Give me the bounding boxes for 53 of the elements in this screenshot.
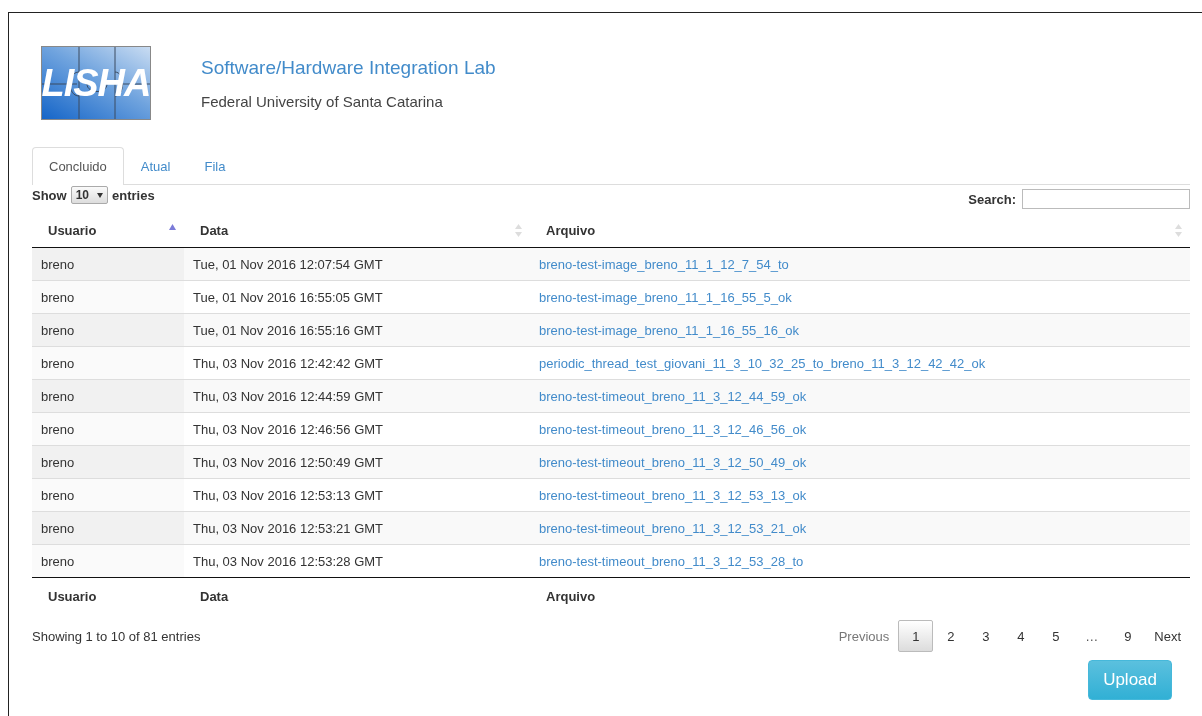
caret-icon	[97, 192, 104, 198]
table-cell: Tue, 01 Nov 2016 12:07:54 GMT	[184, 247, 530, 281]
table-cell: Thu, 03 Nov 2016 12:50:49 GMT	[184, 445, 530, 479]
table-cell: breno	[32, 247, 184, 281]
table-cell: breno	[32, 379, 184, 413]
table-cell: breno	[32, 280, 184, 314]
file-link[interactable]: breno-test-timeout_breno_11_3_12_53_21_ok	[539, 520, 807, 536]
file-link[interactable]: breno-test-image_breno_11_1_16_55_5_ok	[539, 289, 792, 305]
file-link[interactable]: breno-test-image_breno_11_1_16_55_16_ok	[539, 322, 799, 338]
logo: LISHA	[41, 46, 151, 120]
entries-info: Showing 1 to 10 of 81 entries	[32, 628, 201, 644]
search-field[interactable]	[1022, 189, 1190, 209]
page-button[interactable]: 1	[898, 620, 934, 652]
table-cell: breno	[32, 511, 184, 545]
column-footer: Data	[184, 577, 530, 614]
file-link[interactable]: breno-test-timeout_breno_11_3_12_44_59_ok	[539, 388, 807, 404]
file-link[interactable]: periodic_thread_test_giovani_11_3_10_32_25_to_breno_11_3_12_42_42_ok	[539, 355, 986, 371]
tab[interactable]: Concluido	[32, 147, 124, 185]
table-cell: breno	[32, 313, 184, 347]
site-subtitle: Federal University of Santa Catarina	[201, 92, 444, 110]
file-link[interactable]: breno-test-timeout_breno_11_3_12_50_49_ok	[539, 454, 807, 470]
table-cell: breno	[32, 346, 184, 380]
page-button[interactable]: 4	[1003, 620, 1039, 652]
page-button[interactable]: 3	[968, 620, 1004, 652]
page-button[interactable]: 2	[933, 620, 969, 652]
tab[interactable]: Atual	[123, 147, 188, 185]
table-cell: breno	[32, 445, 184, 479]
entries-label: entries	[112, 187, 155, 203]
table-cell: Thu, 03 Nov 2016 12:44:59 GMT	[184, 379, 530, 413]
column-footer: Usuario	[32, 577, 184, 614]
file-link[interactable]: breno-test-image_breno_11_1_12_7_54_to	[539, 256, 789, 272]
table-cell: Thu, 03 Nov 2016 12:53:28 GMT	[184, 544, 530, 578]
page-button[interactable]: 5	[1038, 620, 1074, 652]
show-label: Show	[32, 187, 67, 203]
table-cell: breno	[32, 412, 184, 446]
page-button[interactable]: 9	[1110, 620, 1146, 652]
pagination-ellipsis: …	[1084, 628, 1100, 644]
file-link[interactable]: breno-test-timeout_breno_11_3_12_46_56_ok	[539, 421, 807, 437]
entries-select[interactable]: 10	[70, 186, 109, 204]
column-footer: Arquivo	[530, 577, 1190, 614]
table-cell: breno	[32, 478, 184, 512]
table-cell: breno	[32, 544, 184, 578]
column-header[interactable]: Usuario	[32, 213, 184, 248]
file-link[interactable]: breno-test-timeout_breno_11_3_12_53_28_to	[539, 553, 804, 569]
search-label: Search:	[968, 191, 1016, 207]
file-link[interactable]: breno-test-timeout_breno_11_3_12_53_13_ok	[539, 487, 807, 503]
table-cell: Thu, 03 Nov 2016 12:53:21 GMT	[184, 511, 530, 545]
table-cell: Tue, 01 Nov 2016 16:55:16 GMT	[184, 313, 530, 347]
tab[interactable]: Fila	[187, 147, 243, 185]
site-title: Software/Hardware Integration Lab	[201, 56, 496, 79]
next-button[interactable]: Next	[1145, 620, 1190, 652]
column-header[interactable]: Data	[184, 213, 530, 248]
column-header[interactable]: Arquivo	[530, 213, 1190, 248]
